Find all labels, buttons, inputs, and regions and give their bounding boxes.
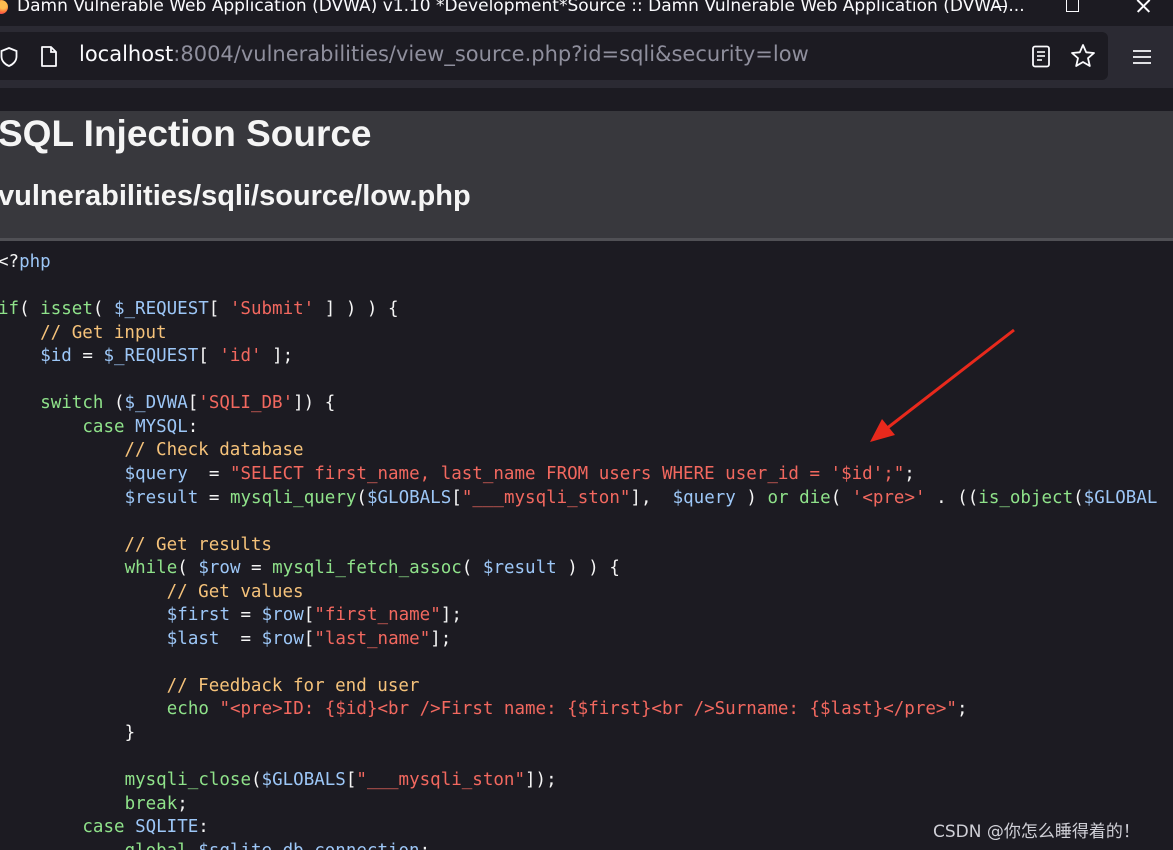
code-line: // Get results [0,534,272,555]
window-title: Damn Vulnerable Web Application (DVWA) v… [17,0,1025,16]
watermark: CSDN @你怎么睡得着的！ [933,822,1140,842]
code-line: case MYSQL: [82,416,199,437]
code-line: mysqli_close($GLOBALS["___mysqli_ston"])… [124,770,557,791]
minimize-button[interactable] [978,0,1026,20]
page-info-icon[interactable] [40,46,58,67]
code-line: // Feedback for end user [0,675,420,696]
page-content: SQL Injection Source vulnerabilities/sql… [0,88,1173,850]
url-path: :8004/vulnerabilities/view_source.php?id… [173,42,809,66]
code-line: // Check database [0,440,304,461]
code-line: // Get input [0,322,167,343]
bookmark-star-icon[interactable] [1070,43,1096,69]
code-line: // Get values [0,581,304,602]
firefox-icon [0,0,8,14]
address-bar[interactable]: localhost:8004/vulnerabilities/view_sour… [0,32,1108,80]
code-line: <?php [0,252,51,272]
close-window-button[interactable] [1118,0,1166,20]
maximize-button[interactable] [1049,0,1097,20]
window-titlebar: Damn Vulnerable Web Application (DVWA) v… [0,0,1173,26]
code-line: break; [124,793,188,814]
source-file-path: vulnerabilities/sqli/source/low.php [0,180,471,212]
code-line: echo "<pre>ID: {$id}<br />First name: {$… [166,699,968,720]
code-line: switch ($_DVWA['SQLI_DB']) { [40,393,336,414]
shield-icon[interactable] [0,47,18,67]
code-line: case SQLITE: [82,817,209,838]
code-line: while( $row = mysqli_fetch_assoc( $resul… [124,558,620,579]
source-header: SQL Injection Source vulnerabilities/sql… [0,111,1173,241]
reader-view-icon[interactable] [1030,45,1052,68]
code-line: $query = "SELECT first_name, last_name F… [124,463,915,484]
code-line: $result = mysqli_query($GLOBALS["___mysq… [124,487,1158,508]
page-title: SQL Injection Source [0,113,372,154]
code-line: if( isset( $_REQUEST[ 'Submit' ] ) ) { [0,299,399,320]
code-line: global $sqlite_db_connection; [0,839,431,850]
hamburger-menu-icon[interactable] [1132,49,1152,65]
code-line: $id = $_REQUEST[ 'id' ]; [40,346,294,367]
url-text[interactable]: localhost:8004/vulnerabilities/view_sour… [79,42,809,66]
code-line: $first = $row["first_name"]; [166,605,462,626]
navigation-toolbar: localhost:8004/vulnerabilities/view_sour… [0,26,1173,88]
code-line: } [124,723,136,743]
url-host: localhost [79,42,174,66]
annotation-arrow [870,328,1015,442]
code-line: $last = $row["last_name"]; [166,628,452,649]
